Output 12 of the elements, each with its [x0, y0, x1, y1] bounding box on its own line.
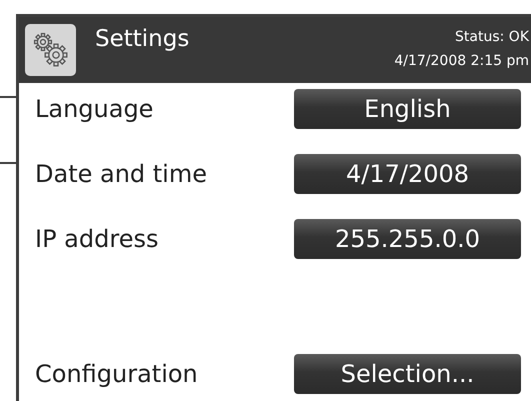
screen-title: Settings	[95, 26, 190, 52]
setting-label: Language	[35, 95, 154, 123]
setting-value-button[interactable]: 4/17/2008	[294, 154, 521, 194]
date-time-text: 4/17/2008 2:15 pm	[394, 53, 529, 69]
setting-label: Date and time	[35, 160, 207, 188]
settings-icon[interactable]	[25, 24, 76, 76]
status-text: Status: OK	[455, 29, 529, 45]
setting-label: Configuration	[35, 360, 198, 388]
setting-value-button[interactable]: Selection...	[294, 354, 521, 394]
setting-label: IP address	[35, 225, 158, 253]
setting-value-button[interactable]: 255.255.0.0	[294, 219, 521, 259]
setting-value-button[interactable]: English	[294, 89, 521, 129]
